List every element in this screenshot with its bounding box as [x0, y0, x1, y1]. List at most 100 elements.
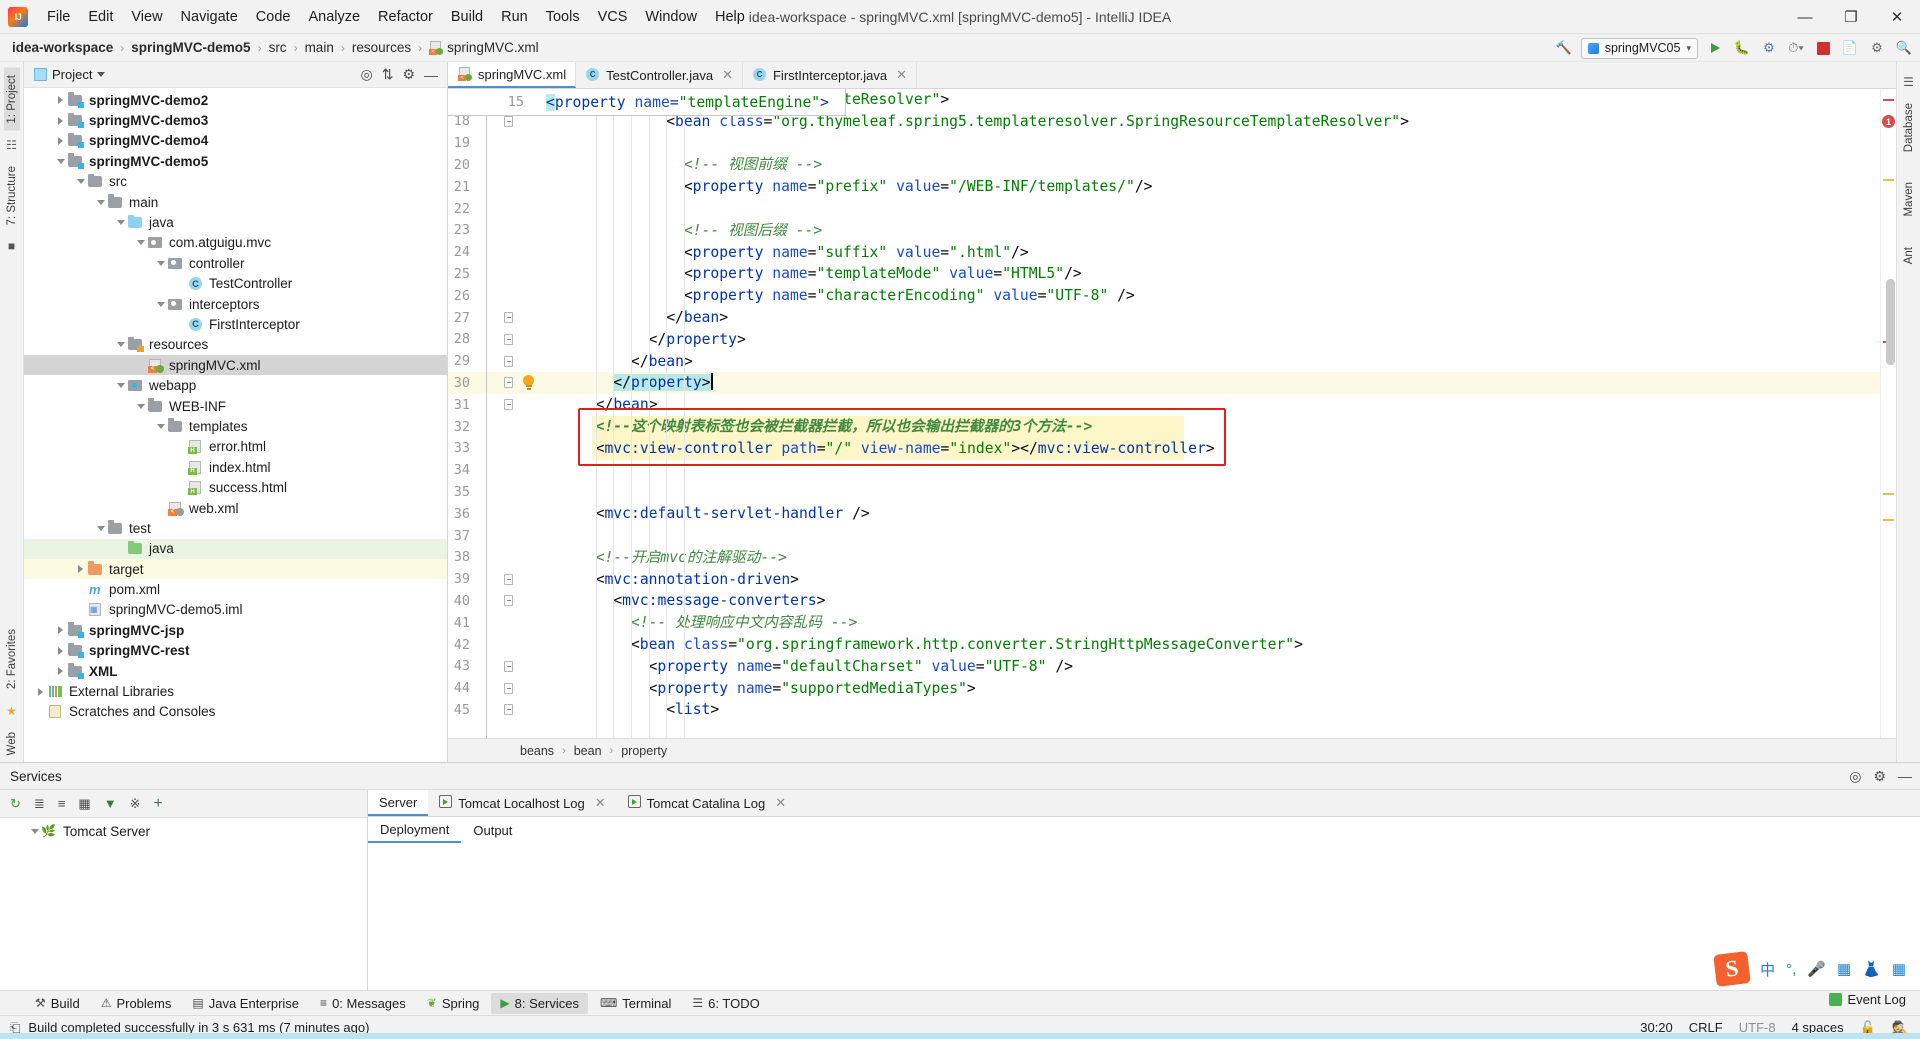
- tree-item-resources[interactable]: resources: [24, 335, 447, 355]
- services-tab-server[interactable]: Server: [368, 790, 429, 816]
- breadcrumb-item[interactable]: main: [305, 40, 334, 55]
- event-log-button[interactable]: Event Log: [1829, 992, 1906, 1007]
- collapse-all-icon[interactable]: ≡: [58, 796, 66, 811]
- code-line[interactable]: <property name="characterEncoding" value…: [684, 285, 1135, 307]
- update-app-icon[interactable]: 📄: [1840, 38, 1860, 58]
- menu-item-view[interactable]: View: [122, 5, 171, 29]
- code-folding-toggle[interactable]: [504, 399, 513, 411]
- run-with-coverage-icon[interactable]: ⚙: [1759, 38, 1779, 58]
- editor-breadcrumb-item[interactable]: property: [621, 744, 667, 758]
- breadcrumb-item[interactable]: src: [269, 40, 287, 55]
- menu-item-edit[interactable]: Edit: [79, 5, 122, 29]
- tree-item-interceptors[interactable]: interceptors: [24, 294, 447, 314]
- sidebar-tab-maven[interactable]: Maven: [1901, 175, 1917, 224]
- menu-item-window[interactable]: Window: [636, 5, 706, 29]
- code-line[interactable]: <property name="suffix" value=".html"/>: [684, 242, 1029, 264]
- project-file-tree[interactable]: springMVC-demo2 springMVC-demo3 springMVC-…: [24, 88, 447, 762]
- tree-item-templates[interactable]: templates: [24, 416, 447, 436]
- menu-item-analyze[interactable]: Analyze: [299, 5, 369, 29]
- chevron-down-icon[interactable]: [28, 828, 41, 834]
- code-line[interactable]: <property name="templateMode" value="HTM…: [684, 263, 1082, 285]
- tool-window-java-enterprise[interactable]: ▤ Java Enterprise: [183, 993, 308, 1014]
- chevron-down-icon[interactable]: [94, 525, 107, 531]
- code-line[interactable]: <!--开启mvc的注解驱动-->: [596, 547, 787, 569]
- tree-item-web-xml[interactable]: < web.xml: [24, 498, 447, 518]
- chevron-right-icon[interactable]: [54, 626, 67, 635]
- skin-icon[interactable]: 👗: [1862, 960, 1881, 978]
- hide-panel-icon[interactable]: —: [424, 67, 438, 83]
- code-line[interactable]: <mvc:message-converters>: [613, 590, 825, 612]
- inspection-error-badge[interactable]: 1: [1882, 115, 1895, 128]
- editor-tab-testcontroller-java[interactable]: C TestController.java ✕: [576, 62, 743, 88]
- chevron-right-icon[interactable]: [54, 116, 67, 125]
- rerun-icon[interactable]: ↻: [10, 796, 21, 812]
- menu-item-help[interactable]: Help: [706, 5, 754, 29]
- code-folding-toggle[interactable]: [504, 595, 513, 607]
- sidebar-tab-project[interactable]: 1: Project: [3, 68, 20, 131]
- services-tab-tomcat-catalina-log[interactable]: Tomcat Catalina Log ✕: [617, 790, 797, 816]
- punctuation-icon[interactable]: °,: [1786, 961, 1796, 978]
- tool-window-6-todo[interactable]: ☰ 6: TODO: [683, 993, 768, 1014]
- menu-item-run[interactable]: Run: [492, 5, 537, 29]
- code-line[interactable]: <mvc:view-controller path="/" view-name=…: [596, 438, 1215, 460]
- code-folding-toggle[interactable]: [504, 333, 513, 345]
- tree-item-springmvc-rest[interactable]: springMVC-rest: [24, 641, 447, 661]
- chevron-right-icon[interactable]: [54, 646, 67, 655]
- tree-item-error-html[interactable]: Herror.html: [24, 437, 447, 457]
- code-line[interactable]: </property>: [613, 372, 713, 394]
- tree-item-src[interactable]: src: [24, 172, 447, 192]
- tree-item-pom-xml[interactable]: m pom.xml: [24, 579, 447, 599]
- code-folding-toggle[interactable]: [504, 682, 513, 694]
- chevron-right-icon[interactable]: [54, 667, 67, 676]
- tree-item-java[interactable]: java: [24, 212, 447, 232]
- code-folding-toggle[interactable]: [504, 355, 513, 367]
- tree-item-target[interactable]: target: [24, 558, 447, 580]
- code-line[interactable]: </property>: [649, 329, 746, 351]
- group-icon[interactable]: ▦: [78, 796, 90, 812]
- close-tab-icon[interactable]: ✕: [775, 795, 786, 811]
- tree-item-com-atguigu-mvc[interactable]: com.atguigu.mvc: [24, 233, 447, 253]
- toolbox-icon[interactable]: ▦: [1892, 960, 1906, 978]
- editor-tab-firstinterceptor-java[interactable]: C FirstInterceptor.java ✕: [743, 62, 918, 88]
- help-icon[interactable]: ◎: [1849, 768, 1861, 785]
- tree-item-success-html[interactable]: Hsuccess.html: [24, 477, 447, 497]
- notifications-icon[interactable]: ☰: [1903, 75, 1914, 89]
- menu-item-tools[interactable]: Tools: [537, 5, 589, 29]
- chevron-down-icon[interactable]: [114, 342, 127, 348]
- tree-item-springmvc-demo5[interactable]: springMVC-demo5: [24, 151, 447, 171]
- code-line[interactable]: <property name="prefix" value="/WEB-INF/…: [684, 176, 1153, 198]
- code-line[interactable]: <bean class="org.springframework.http.co…: [631, 634, 1303, 656]
- debug-icon[interactable]: 🐛: [1732, 38, 1752, 58]
- chevron-down-icon[interactable]: [134, 240, 147, 246]
- warning-marker[interactable]: [1883, 179, 1894, 181]
- editor-breadcrumb-item[interactable]: bean: [574, 744, 602, 758]
- editor-breadcrumb-item[interactable]: beans: [520, 744, 554, 758]
- tool-window-problems[interactable]: ⚠ Problems: [92, 993, 181, 1014]
- tool-window-terminal[interactable]: ⌨ Terminal: [591, 993, 680, 1014]
- error-marker[interactable]: [1883, 99, 1894, 101]
- tree-item-testcontroller[interactable]: TestController: [24, 274, 447, 294]
- add-service-icon[interactable]: +: [153, 795, 162, 813]
- code-line[interactable]: <property name="supportedMediaTypes">: [649, 678, 976, 700]
- tree-item-java[interactable]: java: [24, 538, 447, 559]
- keyboard-icon[interactable]: ▦: [1837, 960, 1851, 978]
- editor-marker-bar[interactable]: 1: [1880, 89, 1896, 738]
- chevron-down-icon[interactable]: [97, 72, 106, 77]
- code-line[interactable]: <!--这个映射表标签也会被拦截器拦截，所以也会输出拦截器的3个方法-->: [596, 416, 1093, 438]
- profiler-icon[interactable]: ⏱▾: [1786, 38, 1806, 58]
- breadcrumb-item[interactable]: idea-workspace: [12, 40, 113, 55]
- services-tree-row-tomcat[interactable]: 🌿 Tomcat Server: [0, 821, 367, 841]
- services-tree[interactable]: 🌿 Tomcat Server: [0, 818, 367, 990]
- chevron-down-icon[interactable]: [154, 423, 167, 429]
- editor-tab-springmvc-xml[interactable]: < springMVC.xml: [448, 62, 577, 88]
- chevron-down-icon[interactable]: [114, 220, 127, 226]
- sidebar-tab-web[interactable]: Web: [4, 725, 20, 762]
- tree-item-webapp[interactable]: webapp: [24, 375, 447, 395]
- sidebar-tab-ant[interactable]: Ant: [1901, 240, 1917, 271]
- menu-item-vcs[interactable]: VCS: [589, 5, 637, 29]
- tree-item-springmvc-xml[interactable]: < springMVC.xml: [24, 355, 447, 376]
- code-folding-toggle[interactable]: [504, 660, 513, 672]
- tree-item-xml[interactable]: XML: [24, 661, 447, 681]
- show-options-icon[interactable]: ※: [130, 796, 141, 812]
- editor-scrollbar-thumb[interactable]: [1886, 279, 1895, 365]
